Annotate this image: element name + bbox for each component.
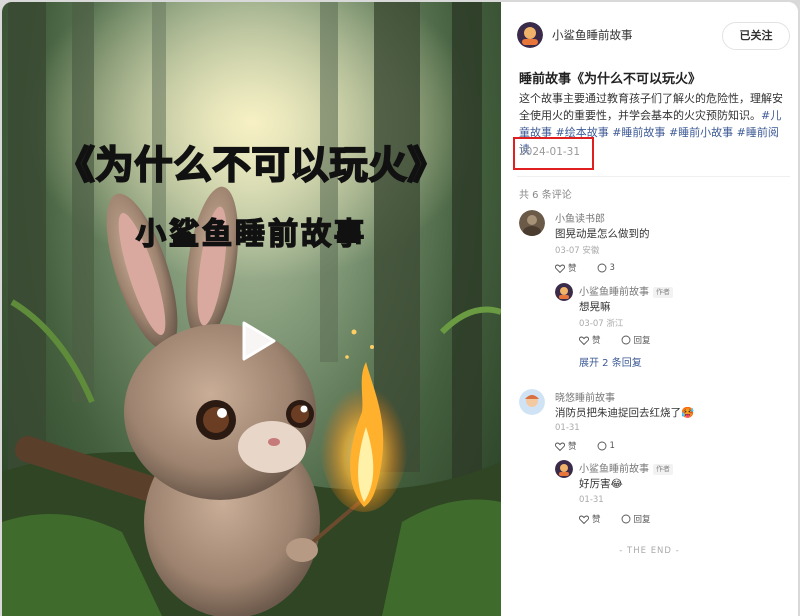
author-row[interactable]: 小鲨鱼睡前故事 xyxy=(517,22,633,48)
reply-count: 1 xyxy=(609,441,615,451)
reply-text: 好厉害😂 xyxy=(579,478,623,490)
expand-replies-link[interactable]: 展开 2 条回复 xyxy=(579,354,642,369)
play-icon[interactable] xyxy=(234,318,280,364)
comment-bubble-icon xyxy=(621,335,630,345)
like-label: 赞 xyxy=(568,442,577,452)
date-highlight-box xyxy=(513,137,594,170)
comment-count: 共 6 条评论 xyxy=(519,190,572,201)
reply-count: 3 xyxy=(609,263,615,273)
reply-button[interactable]: 回复 xyxy=(621,334,661,346)
reply-label: 回复 xyxy=(633,515,651,525)
comment-bubble-icon xyxy=(597,263,606,273)
comment-bubble-icon xyxy=(597,441,606,451)
comment-bubble-icon xyxy=(621,514,630,524)
comment-actions: 赞 3 xyxy=(555,262,635,274)
video-player[interactable]: 《为什么不可以玩火》 小鲨鱼睡前故事 xyxy=(2,2,501,616)
post-description-text: 这个故事主要通过教育孩子们了解火的危险性，理解安全使用火的重要性，并学会基本的火… xyxy=(519,92,783,122)
like-button[interactable]: 赞 xyxy=(579,513,611,525)
commenter-name[interactable]: 晓悠睡前故事 xyxy=(555,389,615,404)
end-marker: - THE END - xyxy=(619,546,680,556)
author-badge: 作者 xyxy=(653,287,673,298)
like-button[interactable]: 赞 xyxy=(555,440,587,452)
like-button[interactable]: 赞 xyxy=(555,262,587,274)
replier-name-text[interactable]: 小鲨鱼睡前故事 xyxy=(579,287,649,298)
comment-text: 图晃动是怎么做到的 xyxy=(555,228,650,240)
reply-button[interactable]: 1 xyxy=(597,440,625,452)
post-info-panel: 小鲨鱼睡前故事 已关注 睡前故事《为什么不可以玩火》 这个故事主要通过教育孩子们… xyxy=(501,2,798,616)
comment-text: 消防员把朱迪捉回去红烧了🥵 xyxy=(555,407,695,419)
video-cover-image xyxy=(2,2,501,616)
like-label: 赞 xyxy=(592,336,601,346)
heart-icon xyxy=(579,515,589,524)
heart-icon xyxy=(555,264,565,273)
comment-actions: 赞 1 xyxy=(555,440,635,452)
replier-name: 小鲨鱼睡前故事 作者 xyxy=(579,283,673,298)
replier-name-text[interactable]: 小鲨鱼睡前故事 xyxy=(579,464,649,475)
like-label: 赞 xyxy=(592,515,601,525)
commenter-name[interactable]: 小鱼读书郎 xyxy=(555,210,605,225)
commenter-avatar[interactable] xyxy=(519,389,545,415)
author-name[interactable]: 小鲨鱼睡前故事 xyxy=(552,27,633,43)
reply-button[interactable]: 回复 xyxy=(621,513,661,525)
post-detail-window: 《为什么不可以玩火》 小鲨鱼睡前故事 小鲨鱼睡前故事 已关注 睡前故事《为什么不… xyxy=(2,2,798,616)
reply-label: 回复 xyxy=(633,336,651,346)
author-badge: 作者 xyxy=(653,464,673,475)
commenter-avatar[interactable] xyxy=(519,210,545,236)
divider xyxy=(517,176,790,177)
reply-meta: 03-07 浙江 xyxy=(579,319,624,329)
replier-name: 小鲨鱼睡前故事 作者 xyxy=(579,460,673,475)
post-title: 睡前故事《为什么不可以玩火》 xyxy=(519,72,702,87)
heart-icon xyxy=(579,336,589,345)
like-button[interactable]: 赞 xyxy=(579,334,611,346)
reply-meta: 01-31 xyxy=(579,495,604,505)
replier-avatar[interactable] xyxy=(555,283,573,301)
follow-button[interactable]: 已关注 xyxy=(722,22,790,50)
reply-text: 想晃嘛 xyxy=(579,301,611,313)
author-avatar[interactable] xyxy=(517,22,543,48)
reply-button[interactable]: 3 xyxy=(597,262,625,274)
comment-meta: 01-31 xyxy=(555,423,580,433)
like-label: 赞 xyxy=(568,264,577,274)
reply-actions: 赞 回复 xyxy=(579,334,671,346)
comment-meta: 03-07 安徽 xyxy=(555,246,600,256)
reply-actions: 赞 回复 xyxy=(579,513,671,525)
hashtag-link[interactable]: #睡前小故事 xyxy=(669,126,733,139)
cover-title-text: 《为什么不可以玩火》 xyxy=(55,142,447,188)
cover-subtitle-text: 小鲨鱼睡前故事 xyxy=(135,216,367,253)
replier-avatar[interactable] xyxy=(555,460,573,478)
heart-icon xyxy=(555,442,565,451)
hashtag-link[interactable]: #睡前故事 xyxy=(612,126,665,139)
